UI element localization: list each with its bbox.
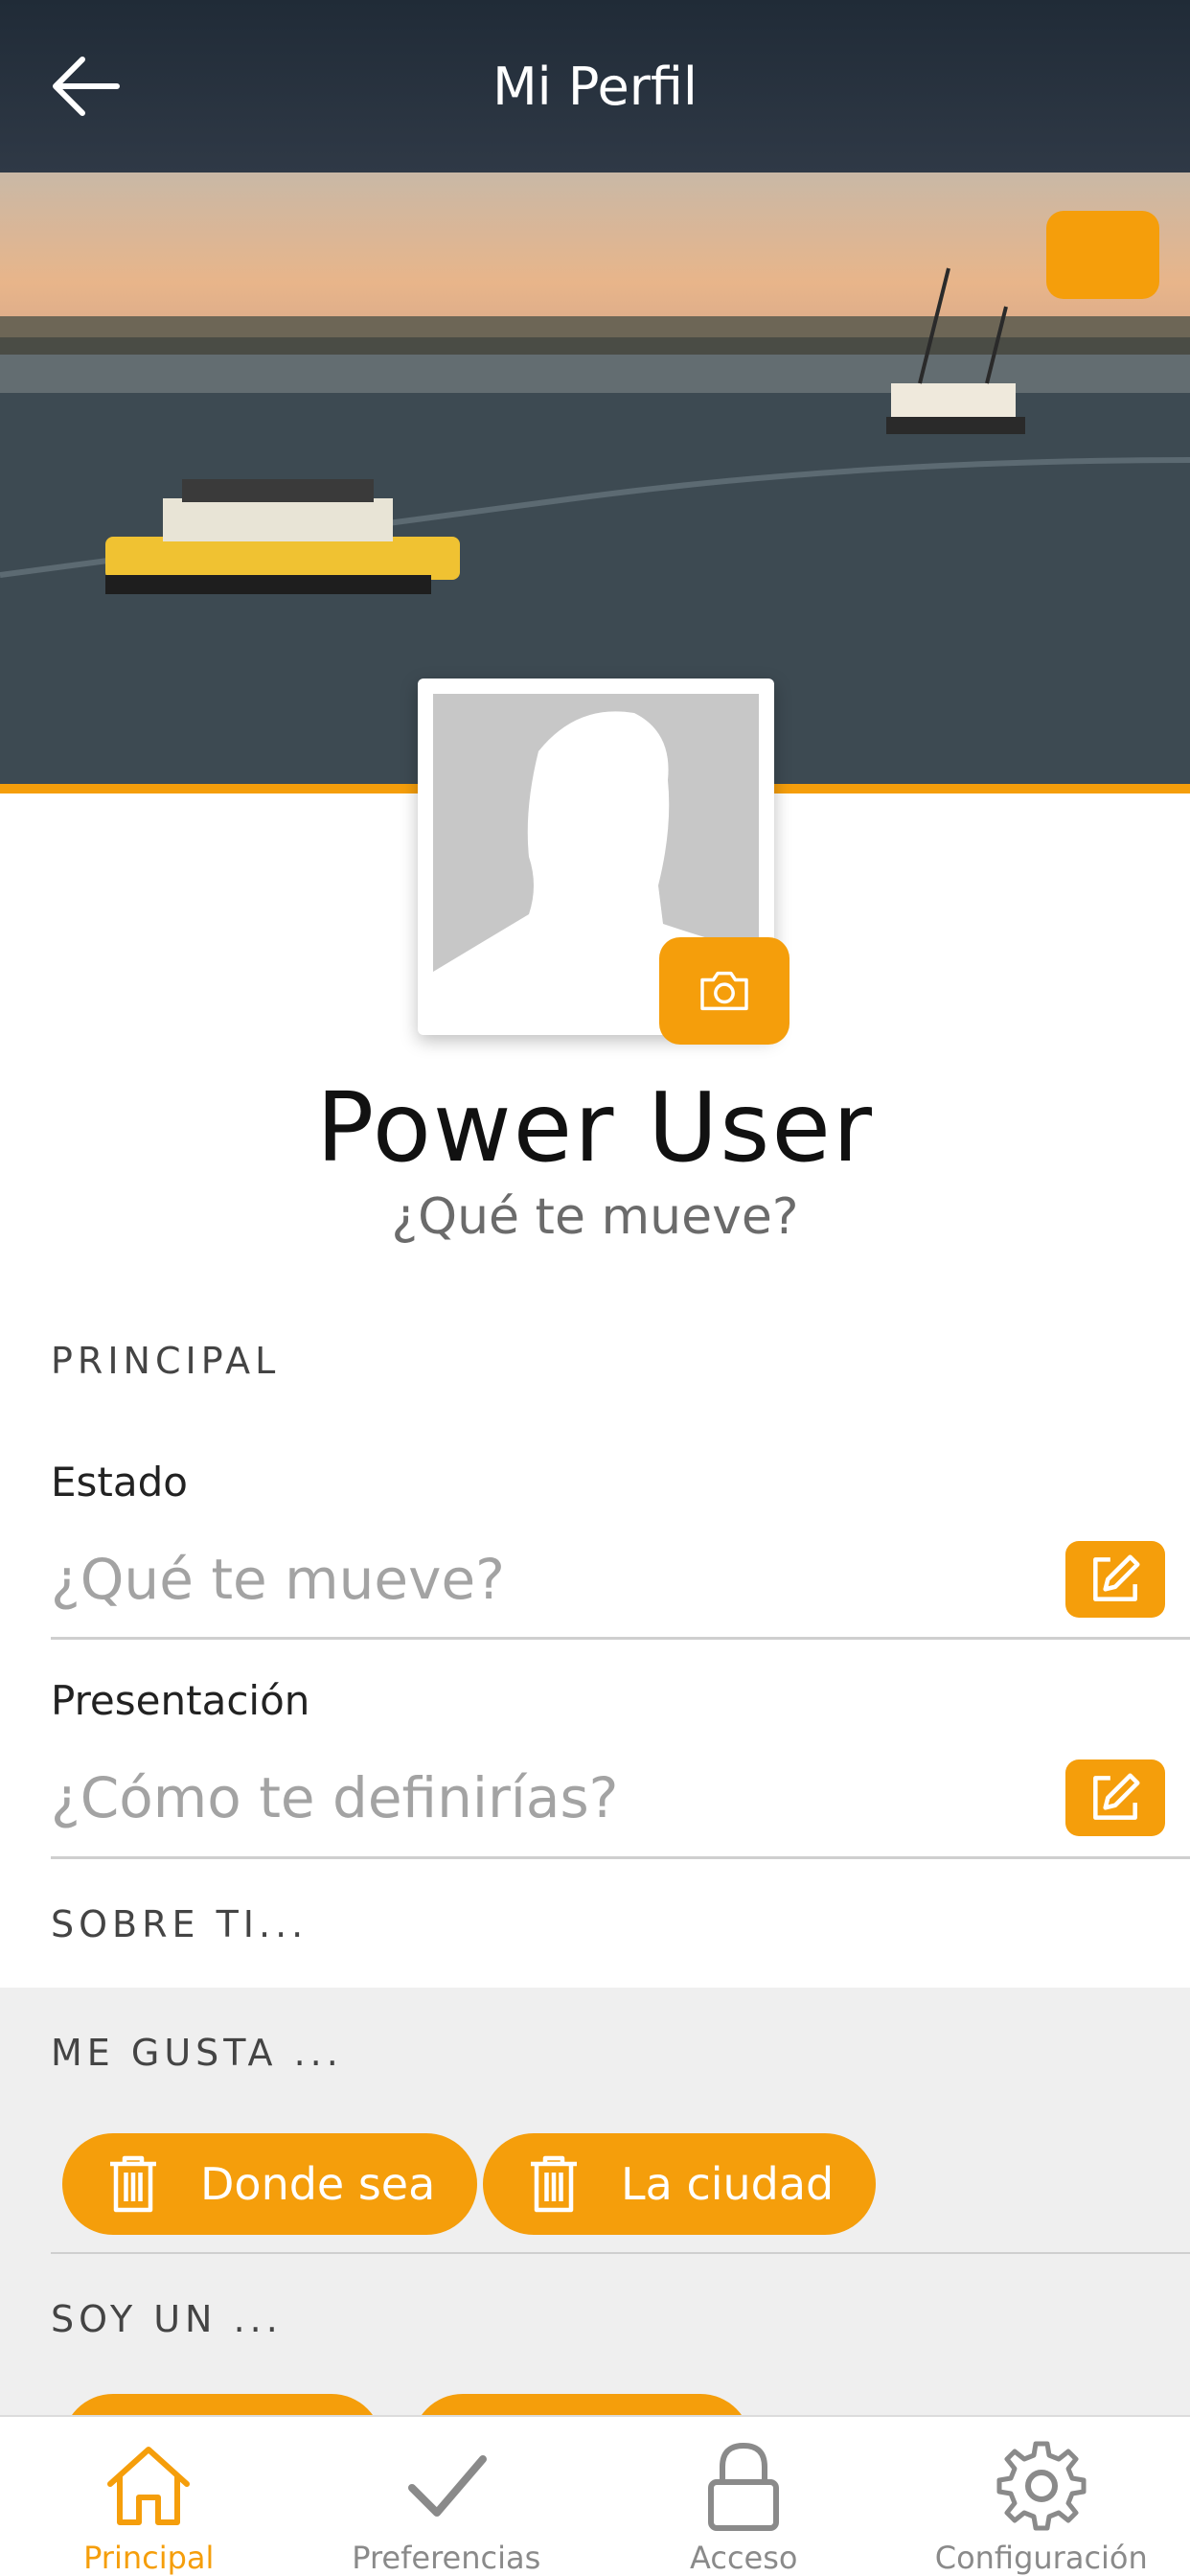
field-divider xyxy=(51,1637,1190,1640)
nav-principal[interactable]: Principal xyxy=(0,2417,298,2576)
back-button[interactable] xyxy=(48,48,125,125)
home-icon xyxy=(107,2447,191,2525)
section-soy-un: SOY UN ... xyxy=(51,2298,283,2340)
page-title: Mi Perfil xyxy=(492,56,698,117)
trash-icon[interactable] xyxy=(104,2152,162,2216)
cover-camera-button[interactable] xyxy=(1046,211,1159,299)
section-principal: PRINCIPAL xyxy=(51,1340,281,1382)
user-name: Power User xyxy=(315,1071,875,1184)
edit-estado-button[interactable] xyxy=(1065,1541,1165,1618)
field-label-estado: Estado xyxy=(51,1459,188,1506)
nav-label: Principal xyxy=(83,2540,215,2576)
camera-icon xyxy=(1046,211,1190,786)
nav-label: Configuración xyxy=(934,2540,1148,2576)
trash-icon[interactable] xyxy=(525,2152,583,2216)
like-chip-la-ciudad[interactable]: La ciudad xyxy=(483,2133,877,2235)
camera-icon xyxy=(700,971,748,1011)
estado-input[interactable]: ¿Qué te mueve? xyxy=(51,1547,505,1612)
likes-divider xyxy=(51,2252,1190,2254)
nav-label: Acceso xyxy=(690,2540,798,2576)
edit-icon xyxy=(1093,1554,1140,1601)
app-header: Mi Perfil xyxy=(0,0,1190,172)
presentacion-input[interactable]: ¿Cómo te definirías? xyxy=(51,1765,618,1830)
edit-presentacion-button[interactable] xyxy=(1065,1760,1165,1836)
nav-configuracion[interactable]: Configuración xyxy=(893,2417,1190,2576)
edit-icon xyxy=(1093,1773,1140,1820)
avatar-camera-button[interactable] xyxy=(659,937,790,1045)
nav-label: Preferencias xyxy=(352,2540,541,2576)
section-sobre-ti: SOBRE TI... xyxy=(51,1903,309,1945)
arrow-left-icon xyxy=(53,57,120,116)
field-divider xyxy=(51,1856,1190,1859)
user-status: ¿Qué te mueve? xyxy=(391,1188,799,1246)
check-icon xyxy=(407,2455,487,2517)
field-label-presentacion: Presentación xyxy=(51,1677,310,1724)
like-chip-label: La ciudad xyxy=(621,2158,835,2210)
section-me-gusta: ME GUSTA ... xyxy=(51,2032,343,2074)
like-chip-label: Donde sea xyxy=(200,2158,436,2210)
gear-icon xyxy=(996,2441,1087,2531)
bottom-nav: Principal Preferencias Acceso Configurac… xyxy=(0,2415,1190,2576)
nav-preferencias[interactable]: Preferencias xyxy=(298,2417,596,2576)
lock-icon xyxy=(708,2442,780,2531)
nav-acceso[interactable]: Acceso xyxy=(595,2417,893,2576)
like-chip-donde-sea[interactable]: Donde sea xyxy=(62,2133,478,2235)
